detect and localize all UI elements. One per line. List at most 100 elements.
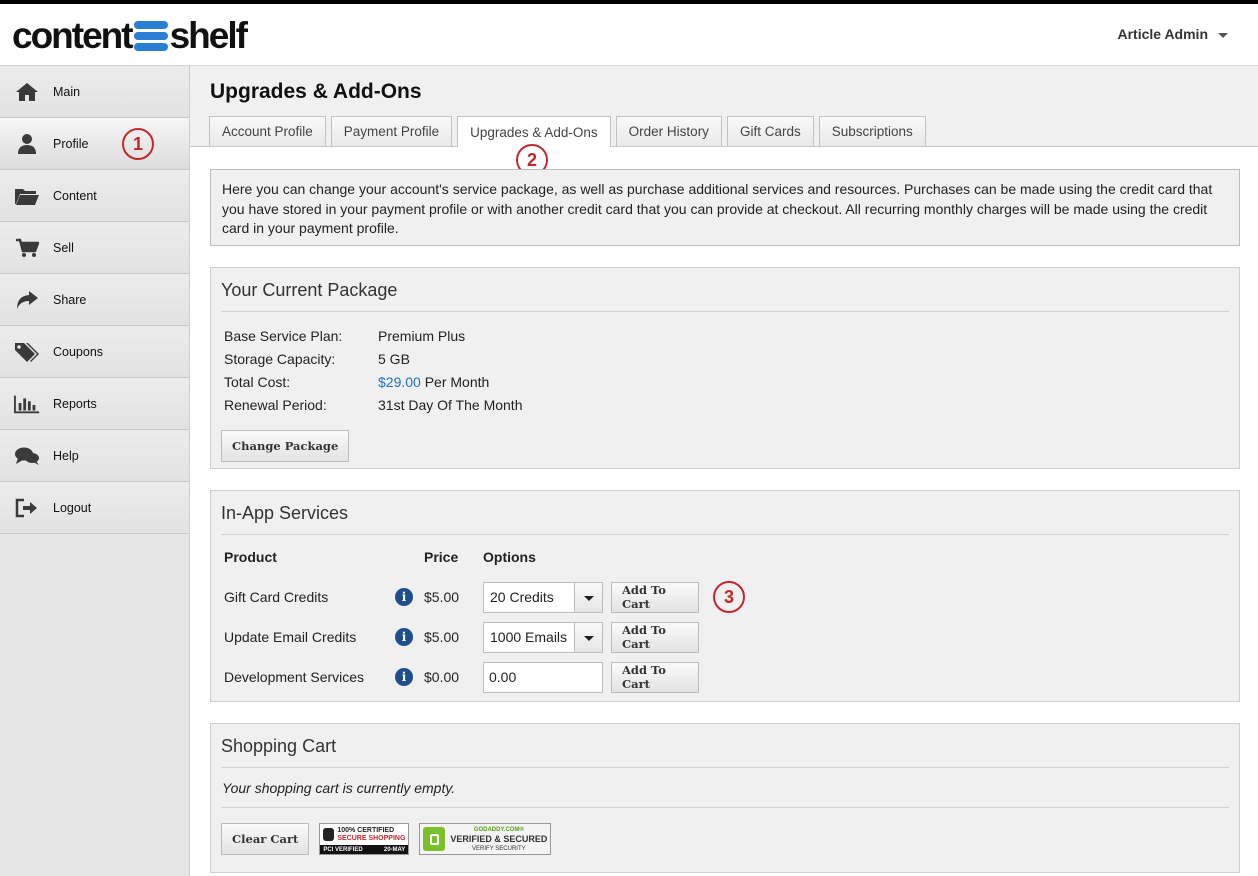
clear-cart-button[interactable]: Clear Cart bbox=[221, 823, 310, 855]
service-row-development-services: Development Services i $0.00 Add To Cart bbox=[221, 657, 1229, 697]
in-app-services-panel: In-App Services Product Price Options Gi… bbox=[210, 490, 1240, 702]
lock-icon bbox=[323, 828, 335, 841]
badge-certified-line2: SECURE SHOPPING bbox=[337, 834, 406, 842]
badge-certified-foot-right: 20-MAY bbox=[383, 846, 406, 853]
tab-order-history[interactable]: Order History bbox=[615, 116, 722, 146]
service-row-update-email-credits: Update Email Credits i $5.00 1000 Emails… bbox=[221, 617, 1229, 657]
share-icon bbox=[14, 289, 40, 311]
sidebar-item-profile[interactable]: Profile 1 bbox=[0, 118, 189, 170]
badge-godaddy-line3: VERIFY SECURITY bbox=[472, 845, 526, 852]
dropdown-arrow-icon[interactable] bbox=[574, 582, 602, 612]
tab-account-profile[interactable]: Account Profile bbox=[209, 116, 326, 146]
bar-chart-icon bbox=[14, 393, 40, 415]
base-plan-value: Premium Plus bbox=[378, 327, 466, 344]
tab-gift-cards[interactable]: Gift Cards bbox=[726, 116, 814, 146]
service-price: $5.00 bbox=[424, 589, 460, 605]
sidebar-item-sell[interactable]: Sell bbox=[0, 222, 189, 274]
cost-amount-link[interactable]: $29.00 bbox=[378, 374, 421, 390]
cost-label: Total Cost: bbox=[224, 373, 291, 390]
page-header: Upgrades & Add-Ons Account Profile Payme… bbox=[190, 66, 1258, 147]
renewal-label: Renewal Period: bbox=[224, 396, 327, 413]
tab-upgrades-add-ons[interactable]: Upgrades & Add-Ons bbox=[457, 116, 611, 147]
godaddy-verified-badge[interactable]: GODADDY.COM® VERIFIED & SECURED VERIFY S… bbox=[419, 823, 552, 855]
storage-row: Storage Capacity: 5 GB bbox=[221, 347, 1229, 370]
sidebar-item-logout[interactable]: Logout bbox=[0, 482, 189, 534]
info-icon[interactable]: i bbox=[395, 588, 413, 606]
select-value: 20 Credits bbox=[490, 589, 554, 605]
tab-bar: Account Profile Payment Profile Upgrades… bbox=[209, 116, 926, 147]
sidebar-item-label: Content bbox=[53, 188, 97, 203]
storage-label: Storage Capacity: bbox=[224, 350, 336, 367]
sidebar-item-content[interactable]: Content bbox=[0, 170, 189, 222]
sidebar-item-coupons[interactable]: Coupons bbox=[0, 326, 189, 378]
cart-empty-message: Your shopping cart is currently empty. bbox=[221, 768, 1229, 808]
intro-text: Here you can change your account's servi… bbox=[210, 169, 1240, 246]
user-icon bbox=[14, 133, 40, 155]
contentshelf-logo[interactable]: content shelf bbox=[12, 15, 248, 56]
sidebar-item-help[interactable]: Help bbox=[0, 430, 189, 482]
cost-suffix: Per Month bbox=[424, 373, 490, 390]
current-package-panel: Your Current Package Base Service Plan: … bbox=[210, 267, 1240, 469]
change-package-button[interactable]: Change Package bbox=[221, 430, 350, 462]
badge-godaddy-line1: GODADDY.COM® bbox=[473, 826, 524, 833]
tags-icon bbox=[14, 341, 40, 363]
service-price: $0.00 bbox=[424, 669, 460, 685]
badge-certified-line1: 100% CERTIFIED bbox=[337, 826, 395, 834]
cost-row: Total Cost: $29.00 Per Month bbox=[221, 370, 1229, 393]
col-product: Product bbox=[224, 549, 277, 565]
sidebar-item-label: Reports bbox=[53, 396, 97, 411]
tab-payment-profile[interactable]: Payment Profile bbox=[330, 116, 453, 146]
cart-icon bbox=[14, 237, 40, 259]
logo-text-shelf: shelf bbox=[169, 15, 248, 56]
sidebar-item-label: Sell bbox=[53, 240, 74, 255]
gift-card-credits-select[interactable]: 20 Credits bbox=[483, 581, 603, 613]
info-icon[interactable]: i bbox=[395, 668, 413, 686]
info-icon[interactable]: i bbox=[395, 628, 413, 646]
dropdown-arrow-icon[interactable] bbox=[574, 622, 602, 652]
services-table-header: Product Price Options bbox=[221, 537, 1229, 577]
add-to-cart-button[interactable]: Add To Cart bbox=[611, 581, 699, 613]
add-to-cart-button[interactable]: Add To Cart bbox=[611, 621, 699, 653]
padlock-icon bbox=[423, 827, 446, 851]
col-price: Price bbox=[424, 549, 459, 565]
service-price: $5.00 bbox=[424, 629, 460, 645]
user-menu[interactable]: Article Admin bbox=[1117, 26, 1228, 42]
shopping-cart-heading: Shopping Cart bbox=[221, 724, 1229, 768]
badge-godaddy-line2: VERIFIED & SECURED bbox=[450, 833, 548, 844]
user-menu-label: Article Admin bbox=[1117, 26, 1209, 42]
callout-badge-1: 1 bbox=[122, 128, 154, 160]
badge-certified-foot-left: PCI VERIFIED bbox=[323, 846, 363, 853]
select-value: 1000 Emails bbox=[490, 629, 568, 645]
home-icon bbox=[14, 81, 40, 103]
main-content: Upgrades & Add-Ons Account Profile Payme… bbox=[190, 66, 1258, 876]
service-row-gift-card-credits: Gift Card Credits i $5.00 20 Credits Add… bbox=[221, 577, 1229, 617]
logout-icon bbox=[14, 497, 40, 519]
sidebar-item-reports[interactable]: Reports bbox=[0, 378, 189, 430]
sidebar-item-share[interactable]: Share bbox=[0, 274, 189, 326]
add-to-cart-button[interactable]: Add To Cart bbox=[611, 661, 699, 693]
shopping-cart-panel: Shopping Cart Your shopping cart is curr… bbox=[210, 723, 1240, 873]
service-product: Development Services bbox=[224, 669, 365, 685]
sidebar-item-main[interactable]: Main bbox=[0, 66, 189, 118]
sidebar: Main Profile 1 Content Sell Share Coupon… bbox=[0, 66, 190, 876]
base-plan-row: Base Service Plan: Premium Plus bbox=[221, 324, 1229, 347]
folder-icon bbox=[14, 185, 40, 207]
development-services-amount-input[interactable] bbox=[483, 661, 603, 693]
chat-icon bbox=[14, 445, 40, 467]
current-package-heading: Your Current Package bbox=[221, 268, 1229, 312]
logo-mark-icon bbox=[133, 21, 168, 51]
callout-badge-3: 3 bbox=[713, 581, 745, 613]
sidebar-item-label: Main bbox=[53, 84, 81, 99]
sidebar-item-label: Coupons bbox=[53, 344, 104, 359]
top-bar: content shelf Article Admin bbox=[0, 0, 1258, 66]
sidebar-item-label: Logout bbox=[53, 500, 92, 515]
chevron-down-icon bbox=[1218, 32, 1228, 38]
tab-subscriptions[interactable]: Subscriptions bbox=[818, 116, 926, 146]
base-plan-label: Base Service Plan: bbox=[224, 327, 343, 344]
sidebar-item-label: Help bbox=[53, 448, 79, 463]
secure-shopping-badge[interactable]: 100% CERTIFIED SECURE SHOPPING PCI VERIF… bbox=[319, 823, 410, 855]
service-product: Update Email Credits bbox=[224, 629, 357, 645]
services-heading: In-App Services bbox=[221, 491, 1229, 535]
update-email-credits-select[interactable]: 1000 Emails bbox=[483, 621, 603, 653]
renewal-value: 31st Day Of The Month bbox=[378, 396, 523, 413]
